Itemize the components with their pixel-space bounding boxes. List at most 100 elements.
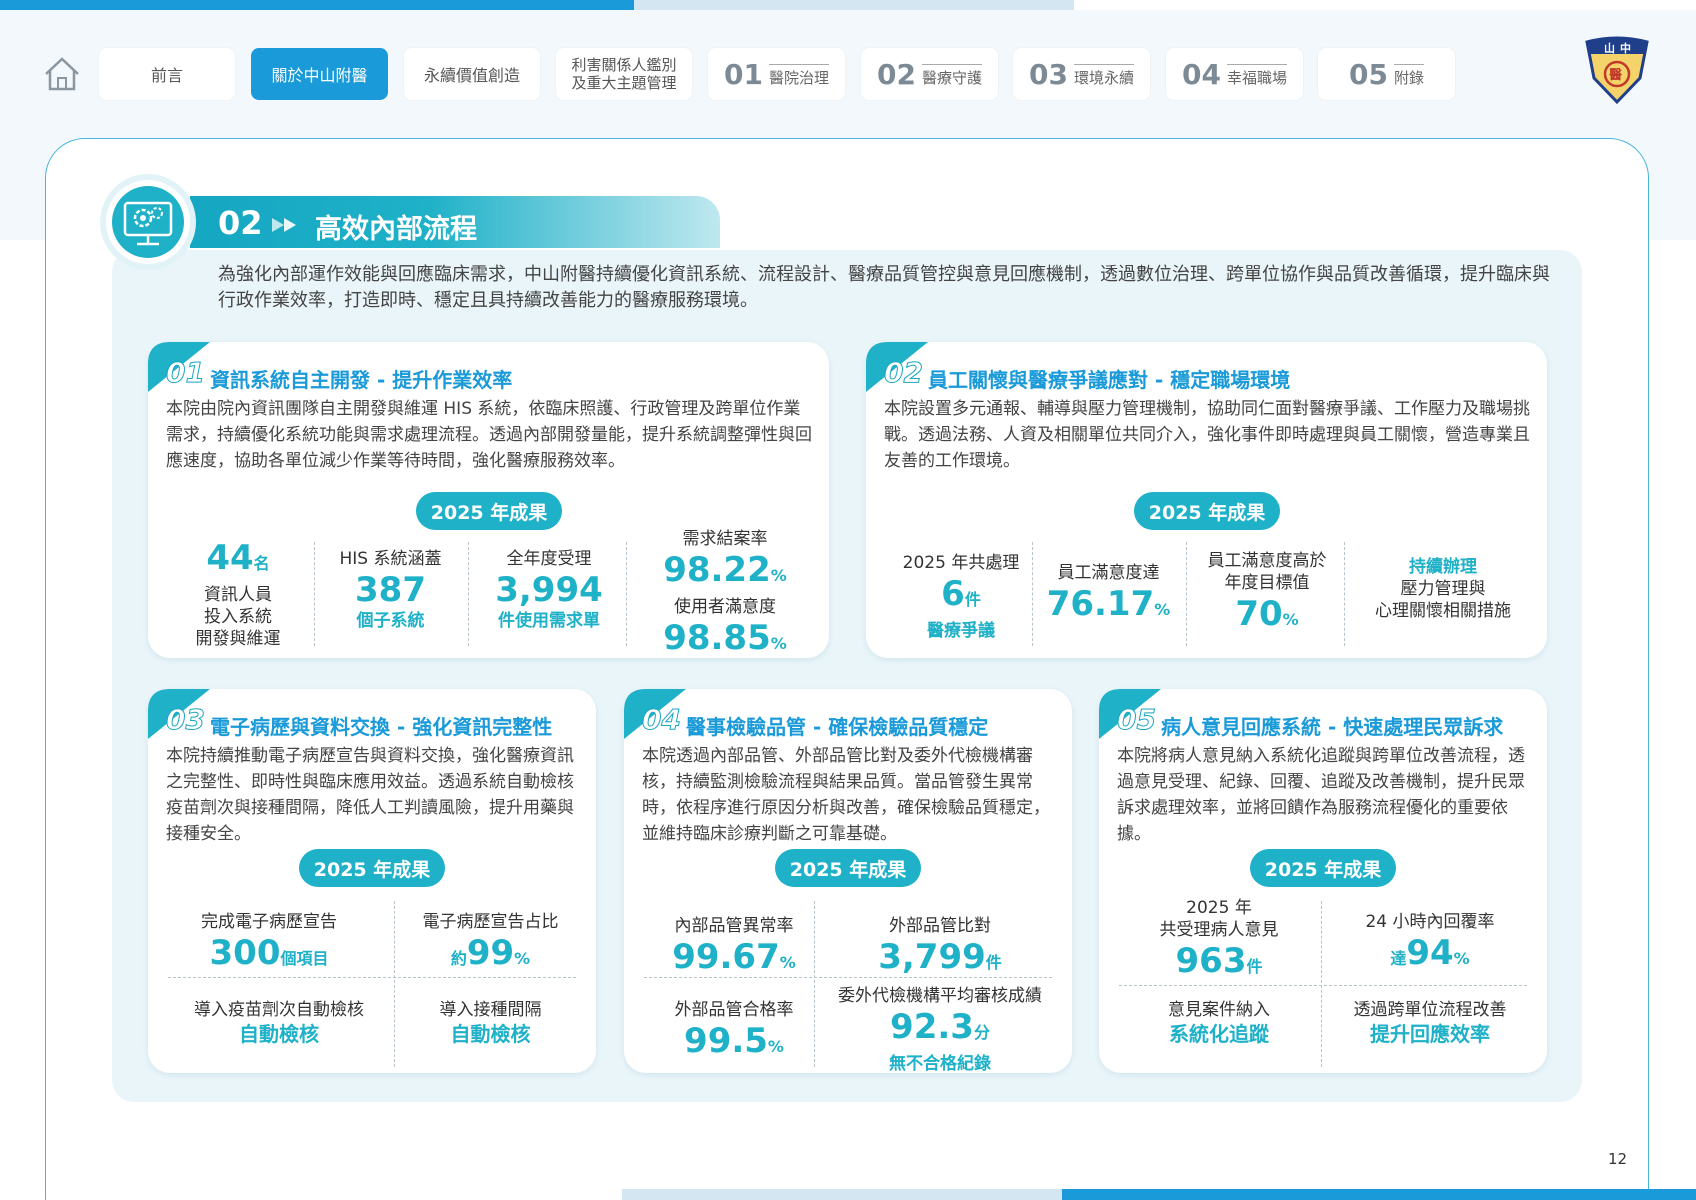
- stat-sublabel: 提升回應效率: [1370, 1022, 1490, 1046]
- stat-response-rate: 24 小時內回覆率 達94%: [1325, 911, 1535, 979]
- tab-number: 01: [724, 57, 763, 91]
- card-title: 資訊系統自主開發 - 提升作業效率: [210, 368, 513, 392]
- stat-value: 99: [466, 933, 515, 973]
- stat-vaccine-dose-check: 導入疫苗劑次自動檢核 自動檢核: [168, 999, 390, 1047]
- stat-label: 全年度受理: [506, 549, 592, 569]
- tab-label: 環境永續: [1073, 64, 1134, 88]
- result-badge: 2025 年成果: [416, 492, 562, 530]
- stat-value: 99.5: [684, 1021, 768, 1061]
- tab-label: 醫療守護: [921, 64, 982, 88]
- stat-it-staff: 44名 資訊人員 投入系統 開發與維運: [168, 538, 308, 650]
- stat-label: 員工滿意度高於: [1207, 551, 1327, 571]
- divider: [168, 977, 576, 978]
- card-title: 醫事檢驗品管 - 確保檢驗品質穩定: [686, 715, 989, 739]
- stat-feedback-count: 2025 年 共受理病人意見 963件: [1119, 897, 1319, 987]
- stat-emr-declared: 完成電子病歷宣告 300個項目: [168, 911, 370, 979]
- stat-label: 導入疫苗劑次自動檢核: [194, 1000, 364, 1020]
- stat-prefix: 達: [1390, 949, 1407, 968]
- stat-sublabel: 系統化追蹤: [1169, 1022, 1269, 1046]
- tab-about[interactable]: 關於中山附醫: [251, 48, 388, 100]
- tab-label-line2: 及重大主題管理: [571, 74, 677, 92]
- stat-disputes: 2025 年共處理 6件 醫療爭議: [886, 552, 1036, 642]
- stat-label: 壓力管理與: [1400, 579, 1486, 599]
- stat-value: 6: [941, 574, 965, 614]
- stat-sublabel: 無不合格紀錄: [889, 1054, 991, 1074]
- stat-label: 員工滿意度達: [1057, 563, 1160, 583]
- divider: [314, 542, 315, 646]
- card-description: 本院由院內資訊團隊自主開發與維運 HIS 系統，依臨床照護、行政管理及跨單位作業…: [166, 399, 812, 471]
- tab-label: 前言: [150, 66, 183, 85]
- stat-label: 需求結案率: [682, 529, 768, 549]
- divider: [1032, 542, 1033, 646]
- stat-target: 員工滿意度高於 年度目標值 70%: [1190, 550, 1344, 640]
- home-icon[interactable]: [42, 54, 82, 94]
- double-arrow-icon: [272, 218, 296, 232]
- stat-sublabel: 自動檢核: [239, 1022, 319, 1046]
- stat-label: 完成電子病歷宣告: [201, 912, 337, 932]
- bottom-accent-bar: [1062, 1189, 1696, 1200]
- tab-chapter-03[interactable]: 03 環境永續: [1013, 48, 1150, 100]
- tab-label: 幸福職場: [1226, 64, 1287, 88]
- stat-sublabel: 自動檢核: [450, 1022, 531, 1046]
- tab-label: 醫院治理: [768, 64, 829, 88]
- top-accent-bar: [0, 0, 634, 10]
- result-badge: 2025 年成果: [1134, 492, 1280, 530]
- stat-value: 70: [1235, 594, 1283, 634]
- stat-his-subsystems: HIS 系統涵蓋 387 個子系統: [318, 548, 463, 632]
- stat-label: 開發與維運: [195, 629, 281, 649]
- divider: [1119, 985, 1527, 986]
- stat-unit: %: [1154, 600, 1171, 619]
- stat-tracking: 意見案件納入 系統化追蹤: [1119, 999, 1319, 1047]
- stat-outsourced-audit: 委外代檢機構平均審核成績 92.3分 無不合格紀錄: [820, 985, 1060, 1075]
- card-patient-feedback: 05 病人意見回應系統 - 快速處理民眾訴求 本院將病人意見納入系統化追蹤與跨單…: [1099, 689, 1547, 1073]
- divider: [626, 542, 627, 646]
- stat-sublabel: 件使用需求單: [498, 611, 600, 631]
- stat-value: 387: [355, 570, 426, 610]
- stat-value: 300: [209, 933, 281, 973]
- stat-label: 電子病歷宣告占比: [422, 912, 559, 932]
- stat-value: 76.17: [1046, 584, 1155, 624]
- stat-internal-qc: 內部品管異常率 99.67%: [644, 915, 824, 983]
- stat-label: 透過跨單位流程改善: [1353, 1000, 1507, 1020]
- tab-stakeholders[interactable]: 利害關係人鑑別 及重大主題管理: [556, 48, 692, 100]
- stat-label: 意見案件納入: [1168, 1000, 1270, 1020]
- tab-number: 02: [877, 57, 916, 91]
- svg-text:醫: 醫: [1609, 68, 1622, 83]
- section-icon-badge: [100, 174, 196, 270]
- card-title: 電子病歷與資料交換 - 強化資訊完整性: [210, 715, 553, 739]
- stat-label: HIS 系統涵蓋: [339, 549, 442, 569]
- section-title: 高效內部流程: [315, 214, 477, 245]
- bottom-accent-bar-light: [622, 1189, 1062, 1200]
- tab-sustainability-value[interactable]: 永續價值創造: [404, 48, 540, 100]
- tab-chapter-04[interactable]: 04 幸福職場: [1166, 48, 1303, 100]
- top-accent-bar-light: [634, 0, 1074, 10]
- section-intro: 為強化內部運作效能與回應臨床需求，中山附醫持續優化資訊系統、流程設計、醫療品質管…: [218, 264, 1550, 311]
- stat-label: 外部品管比對: [889, 916, 991, 936]
- tab-chapter-02[interactable]: 02 醫療守護: [861, 48, 998, 100]
- stat-requests: 全年度受理 3,994 件使用需求單: [472, 548, 626, 632]
- stat-unit: 個項目: [280, 949, 329, 968]
- result-badge: 2025 年成果: [775, 849, 921, 887]
- stat-value: 99.67: [672, 937, 780, 977]
- stat-label: 內部品管異常率: [674, 916, 794, 936]
- stat-external-pass-rate: 外部品管合格率 99.5%: [644, 999, 824, 1067]
- stat-unit: 件: [964, 590, 981, 609]
- tab-chapter-01[interactable]: 01 醫院治理: [708, 48, 845, 100]
- tab-chapter-05[interactable]: 05 附錄: [1318, 48, 1455, 100]
- stat-value: 3,799: [878, 937, 986, 977]
- stat-label: 2025 年: [1186, 898, 1252, 918]
- divider: [644, 977, 1052, 978]
- stat-sublabel: 個子系統: [356, 611, 425, 631]
- stat-unit: %: [770, 634, 787, 653]
- stat-unit: %: [767, 1037, 784, 1056]
- card-number: 04: [642, 703, 682, 737]
- tab-preface[interactable]: 前言: [99, 48, 235, 100]
- card-emr: 03 電子病歷與資料交換 - 強化資訊完整性 本院持續推動電子病歷宣告與資料交換…: [148, 689, 596, 1073]
- card-description: 本院將病人意見納入系統化追蹤與跨單位改善流程，透過意見受理、紀錄、回覆、追蹤及改…: [1117, 746, 1525, 844]
- hospital-logo: 山 中 醫: [1585, 36, 1649, 105]
- stat-unit: 件: [985, 953, 1002, 972]
- stat-unit: 名: [253, 554, 270, 573]
- stat-satisfaction: 員工滿意度達 76.17%: [1036, 562, 1181, 630]
- card-description: 本院持續推動電子病歷宣告與資料交換，強化醫療資訊之完整性、即時性與臨床應用效益。…: [166, 746, 574, 844]
- svg-text:山: 山: [1604, 41, 1615, 55]
